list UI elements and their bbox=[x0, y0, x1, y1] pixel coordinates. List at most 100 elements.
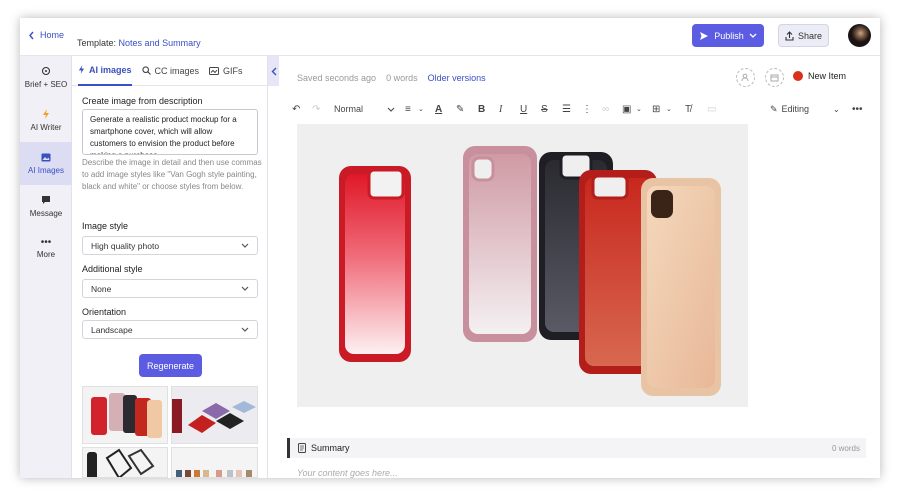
orientation-select[interactable]: Landscape bbox=[82, 320, 258, 339]
editing-label: Editing bbox=[781, 104, 810, 114]
status-label: New Item bbox=[808, 71, 847, 81]
chevron-down-icon bbox=[241, 327, 249, 332]
nav-item-brief-seo[interactable]: Brief + SEO bbox=[20, 56, 72, 99]
bolt-icon bbox=[43, 109, 49, 119]
ai-images-panel: AI images CC images GIFs Create image fr… bbox=[72, 56, 268, 478]
target-icon bbox=[41, 66, 51, 76]
content-placeholder[interactable]: Your content goes here... bbox=[297, 468, 398, 478]
chevron-left-icon bbox=[271, 67, 276, 75]
highlight-icon[interactable]: ✎ bbox=[456, 102, 464, 116]
formatting-toolbar: ↶ ↷ Normal ≡ ⌄ A ✎ B I U S ☰ ⋮ ∞ ▣ ⌄ ⊞ ⌄… bbox=[280, 98, 880, 120]
align-icon[interactable]: ≡ bbox=[405, 102, 411, 116]
chevron-down-icon bbox=[749, 33, 757, 38]
nav-item-label: Brief + SEO bbox=[24, 80, 68, 89]
chevron-down-icon[interactable]: ⌄ bbox=[833, 102, 840, 116]
format-label: Normal bbox=[334, 104, 364, 114]
generated-image-thumbnail[interactable] bbox=[82, 386, 168, 444]
tab-cc-images[interactable]: CC images bbox=[141, 56, 199, 86]
chevron-down-icon bbox=[241, 243, 249, 248]
block-format-select[interactable]: Normal bbox=[334, 102, 395, 116]
image-insert-icon[interactable]: ▣ bbox=[622, 102, 631, 116]
saved-text: Saved seconds ago bbox=[297, 73, 377, 83]
chevron-down-icon[interactable]: ⌄ bbox=[418, 102, 424, 116]
comment-icon[interactable]: ▭ bbox=[707, 102, 716, 116]
chevron-down-icon bbox=[241, 286, 249, 291]
upload-icon bbox=[785, 30, 794, 41]
chat-icon bbox=[42, 196, 50, 204]
chevron-down-icon bbox=[387, 107, 395, 112]
select-value: None bbox=[91, 283, 112, 294]
summary-section[interactable]: Summary 0 words bbox=[287, 438, 866, 458]
image-icon bbox=[41, 153, 51, 161]
template-name[interactable]: Notes and Summary bbox=[119, 38, 201, 48]
table-icon[interactable]: ⊞ bbox=[652, 102, 660, 116]
image-description-input[interactable]: Generate a realistic product mockup for … bbox=[82, 109, 258, 155]
bold-icon[interactable]: B bbox=[478, 102, 485, 116]
generated-image-thumbnail[interactable] bbox=[82, 447, 168, 478]
undo-icon[interactable]: ↶ bbox=[292, 102, 300, 116]
nav-item-label: More bbox=[36, 250, 56, 259]
nav-item-label: AI Writer bbox=[30, 123, 62, 132]
text-color-icon[interactable]: A bbox=[435, 102, 442, 116]
home-label: Home bbox=[40, 30, 65, 40]
word-count: 0 words bbox=[386, 73, 418, 83]
more-icon: ••• bbox=[40, 237, 52, 248]
assign-user-icon[interactable] bbox=[736, 68, 755, 87]
nav-item-message[interactable]: Message bbox=[20, 185, 72, 228]
tab-gifs[interactable]: GIFs bbox=[209, 56, 243, 86]
bullet-list-icon[interactable]: ☰ bbox=[562, 102, 571, 116]
home-link[interactable]: Home bbox=[28, 30, 64, 40]
generated-image-thumbnail[interactable] bbox=[171, 386, 258, 444]
editor-status-bar: Saved seconds ago 0 words Older versions… bbox=[280, 56, 880, 96]
search-icon bbox=[141, 66, 151, 75]
bolt-icon bbox=[78, 65, 85, 74]
italic-icon[interactable]: I bbox=[499, 102, 502, 116]
redo-icon[interactable]: ↷ bbox=[312, 102, 320, 116]
create-image-title: Create image from description bbox=[82, 96, 203, 106]
tab-label: AI images bbox=[89, 64, 132, 75]
tab-ai-images[interactable]: AI images bbox=[78, 56, 132, 86]
editing-mode-select[interactable]: ✎ Editing bbox=[770, 102, 809, 116]
select-value: High quality photo bbox=[91, 240, 160, 251]
additional-style-label: Additional style bbox=[82, 264, 143, 274]
status-dot bbox=[793, 71, 803, 81]
publish-button[interactable]: Publish bbox=[692, 24, 764, 47]
publish-label: Publish bbox=[714, 30, 744, 41]
numbered-list-icon[interactable]: ⋮ bbox=[582, 102, 592, 116]
avatar[interactable] bbox=[848, 24, 871, 47]
template-indicator: Template: Notes and Summary bbox=[77, 38, 201, 48]
send-icon bbox=[700, 31, 709, 40]
generated-image-thumbnail[interactable] bbox=[171, 447, 258, 478]
gif-icon bbox=[209, 66, 220, 75]
strikethrough-icon[interactable]: S bbox=[541, 102, 548, 116]
clear-format-icon[interactable]: T̸ bbox=[685, 102, 691, 116]
additional-style-select[interactable]: None bbox=[82, 279, 258, 298]
nav-item-ai-writer[interactable]: AI Writer bbox=[20, 99, 72, 142]
more-options-icon[interactable]: ••• bbox=[852, 102, 863, 116]
document-icon bbox=[298, 443, 306, 453]
generated-product-image[interactable] bbox=[297, 124, 748, 407]
chevron-down-icon[interactable]: ⌄ bbox=[666, 102, 672, 116]
collapse-panel-button[interactable] bbox=[268, 56, 279, 86]
regenerate-button[interactable]: Regenerate bbox=[139, 354, 202, 377]
nav-item-more[interactable]: ••• More bbox=[20, 228, 72, 271]
link-icon[interactable]: ∞ bbox=[602, 102, 609, 116]
image-style-select[interactable]: High quality photo bbox=[82, 236, 258, 255]
chevron-down-icon[interactable]: ⌄ bbox=[636, 102, 642, 116]
share-button[interactable]: Share bbox=[778, 24, 829, 47]
description-hint: Describe the image in detail and then us… bbox=[82, 158, 262, 191]
top-bar: Home Template: Notes and Summary Publish… bbox=[20, 18, 880, 56]
summary-label: Summary bbox=[311, 443, 350, 453]
app-window: Home Template: Notes and Summary Publish… bbox=[20, 18, 880, 478]
nav-item-label: Message bbox=[29, 209, 63, 218]
nav-item-label: AI Images bbox=[27, 165, 64, 175]
nav-item-ai-images[interactable]: AI Images bbox=[20, 142, 72, 185]
status-new-item[interactable]: New Item bbox=[793, 71, 846, 81]
chevron-left-icon bbox=[29, 31, 34, 39]
select-value: Landscape bbox=[91, 324, 133, 335]
schedule-icon[interactable] bbox=[765, 68, 784, 87]
pencil-icon: ✎ bbox=[770, 103, 778, 114]
summary-word-count: 0 words bbox=[831, 443, 860, 453]
older-versions-link[interactable]: Older versions bbox=[428, 73, 486, 83]
underline-icon[interactable]: U bbox=[520, 102, 527, 116]
